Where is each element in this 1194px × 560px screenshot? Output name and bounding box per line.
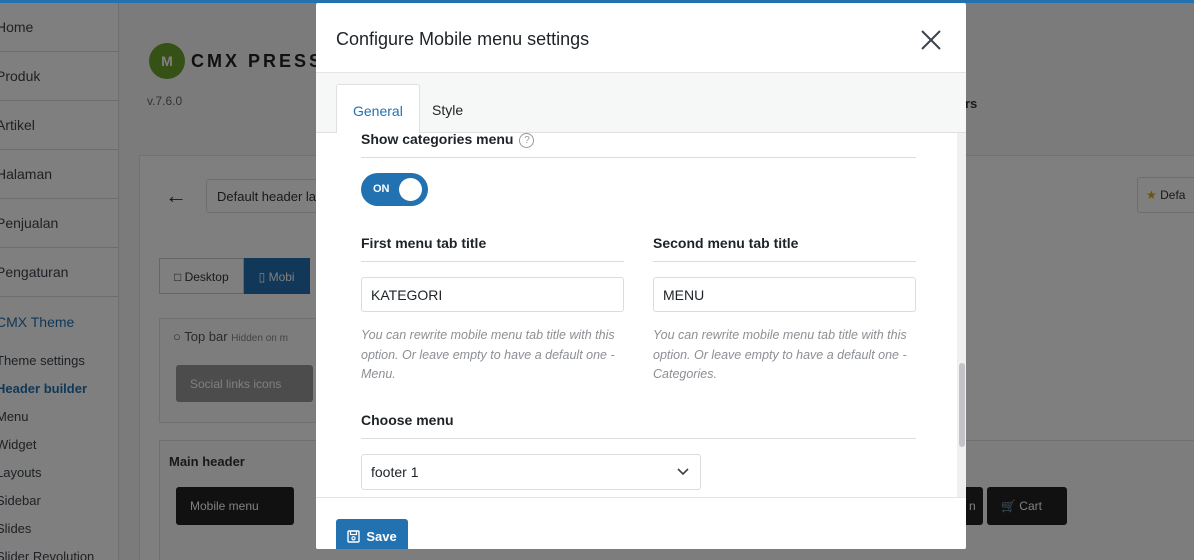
second-tab-title-label: Second menu tab title: [653, 235, 799, 251]
tab-style[interactable]: Style: [416, 84, 479, 134]
toggle-knob: [399, 178, 422, 201]
admin-top-accent-bar: [0, 0, 1194, 3]
divider: [361, 157, 916, 158]
modal-footer: Save: [316, 497, 966, 549]
save-label: Save: [366, 528, 397, 544]
chevron-down-icon: [677, 468, 689, 476]
choose-menu-label: Choose menu: [361, 412, 454, 428]
first-tab-title-description: You can rewrite mobile menu tab title wi…: [361, 328, 615, 381]
select-value: footer 1: [371, 464, 419, 480]
toggle-state-label: ON: [373, 183, 390, 195]
modal-title: Configure Mobile menu settings: [336, 29, 590, 49]
close-icon[interactable]: [916, 25, 946, 55]
first-tab-title-label: First menu tab title: [361, 235, 487, 251]
choose-menu-select[interactable]: footer 1: [361, 454, 701, 490]
modal-tabs: General Style: [316, 73, 966, 134]
second-tab-title-description: You can rewrite mobile menu tab title wi…: [653, 328, 907, 381]
show-categories-label: Show categories menu?: [361, 133, 535, 148]
modal-body: Show categories menu? ON First menu tab …: [316, 133, 966, 497]
floppy-disk-icon: [347, 529, 361, 543]
modal-header: Configure Mobile menu settings: [316, 3, 966, 73]
save-button[interactable]: Save: [336, 519, 408, 549]
divider: [361, 438, 916, 439]
first-tab-title-input[interactable]: KATEGORI: [361, 277, 624, 312]
field-label-text: Show categories menu: [361, 133, 514, 147]
show-categories-toggle[interactable]: ON: [361, 173, 428, 206]
second-tab-title-input[interactable]: MENU: [653, 277, 916, 312]
scrollbar-thumb[interactable]: [959, 363, 965, 447]
divider: [361, 261, 624, 262]
divider: [653, 261, 916, 262]
tab-general[interactable]: General: [336, 84, 420, 134]
settings-modal: Configure Mobile menu settings General S…: [316, 3, 966, 549]
help-icon[interactable]: ?: [519, 133, 535, 148]
